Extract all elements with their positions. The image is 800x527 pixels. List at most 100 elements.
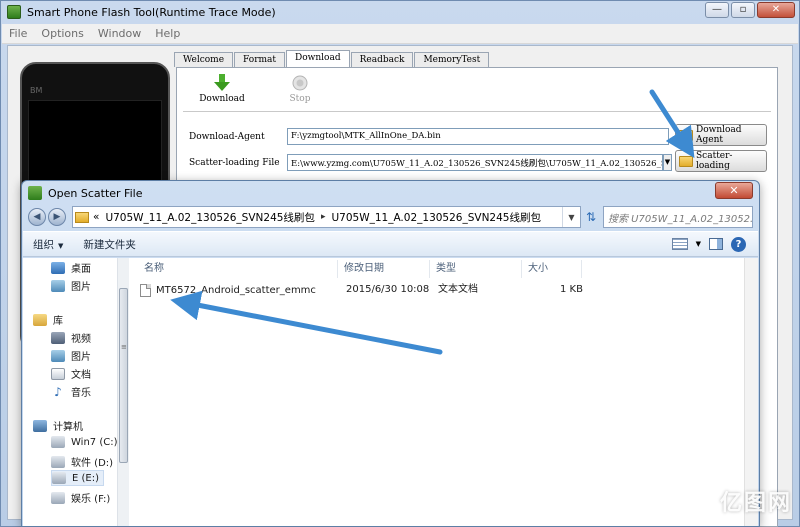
close-button[interactable]: ✕ xyxy=(757,2,795,18)
view-controls: ▼ ? xyxy=(671,236,746,252)
nav-label: 软件 (D:) xyxy=(71,458,114,469)
address-bar[interactable]: « U705W_11_A.02_130526_SVN245线刷包 ▸ U705W… xyxy=(72,206,581,228)
scatter-label: Scatter-loading File xyxy=(189,157,280,168)
scatter-path[interactable]: E:\www.yzmg.com\U705W_11_A.02_130526_SVN… xyxy=(287,154,663,171)
back-icon[interactable]: ◀ xyxy=(28,208,46,226)
music-icon: ♪ xyxy=(54,384,62,399)
nav-item-library[interactable]: 库 xyxy=(33,312,63,327)
organize-label: 组织 xyxy=(33,238,54,251)
phone-label: BM xyxy=(30,86,43,95)
tab-readback[interactable]: Readback xyxy=(350,52,414,67)
minimize-button[interactable]: — xyxy=(705,2,729,18)
nav-item-drive-c[interactable]: Win7 (C:) xyxy=(51,436,117,448)
scatter-loading-button-label: Scatter-loading xyxy=(696,151,733,171)
download-agent-path[interactable]: F:\yzmgtool\MTK_AllInOne_DA.bin xyxy=(287,128,669,145)
download-agent-label: Download-Agent xyxy=(189,131,265,142)
file-size: 1 KB xyxy=(560,284,583,295)
column-modified[interactable]: 修改日期 xyxy=(338,260,430,278)
dialog-close-button[interactable]: ✕ xyxy=(715,182,753,199)
nav-item-desktop[interactable]: 桌面 xyxy=(51,260,91,275)
nav-item-drive-e[interactable]: E (E:) xyxy=(51,470,104,486)
nav-item-videos[interactable]: 视频 xyxy=(51,330,91,345)
library-icon xyxy=(33,313,47,326)
nav-label: 视频 xyxy=(71,334,91,345)
column-size[interactable]: 大小 xyxy=(522,260,582,278)
watermark: 亿图网 xyxy=(673,481,792,521)
tab-memorytest[interactable]: MemoryTest xyxy=(414,52,490,67)
stop-button[interactable]: Stop xyxy=(261,72,339,111)
text-file-icon xyxy=(140,283,151,297)
tab-download[interactable]: Download xyxy=(286,50,350,67)
file-list: 名称 修改日期 类型 大小 MT6572_Android_scatter_emm… xyxy=(130,258,758,526)
breadcrumb-current[interactable]: U705W_11_A.02_130526_SVN245线刷包 xyxy=(331,210,541,225)
drive-icon xyxy=(51,455,65,468)
tab-format[interactable]: Format xyxy=(234,52,286,67)
nav-label: 娱乐 (F:) xyxy=(71,494,111,505)
chevron-down-icon: ▼ xyxy=(58,241,64,250)
new-folder-button[interactable]: 新建文件夹 xyxy=(73,237,146,252)
nav-item-documents[interactable]: 文档 xyxy=(51,366,91,381)
view-mode-icon[interactable] xyxy=(671,238,688,250)
watermark-text: 亿图网 xyxy=(719,491,792,516)
download-agent-button-label: Download Agent xyxy=(696,125,742,145)
download-arrow-icon xyxy=(183,72,261,94)
nav-label: 计算机 xyxy=(53,422,83,433)
folder-icon xyxy=(75,211,89,223)
nav-item-drive-f[interactable]: 娱乐 (F:) xyxy=(51,490,110,505)
file-name: MT6572_Android_scatter_emmc xyxy=(156,284,316,296)
download-toolbar: Download Stop xyxy=(183,72,771,112)
nav-item-music[interactable]: ♪ 音乐 xyxy=(51,384,91,400)
address-dropdown-icon[interactable]: ▼ xyxy=(562,207,580,227)
breadcrumb-overflow[interactable]: « xyxy=(93,211,99,223)
column-name[interactable]: 名称 xyxy=(138,260,338,278)
stop-icon xyxy=(261,72,339,94)
nav-label: Win7 (C:) xyxy=(71,436,118,448)
tab-welcome[interactable]: Welcome xyxy=(174,52,234,67)
download-agent-button[interactable]: Download Agent xyxy=(675,124,767,146)
dialog-title: Open Scatter File xyxy=(48,186,143,200)
dialog-body: 桌面 图片 库 视频 图片 文档 ♪ 音乐 计算机 Win7 (C:) 软件 (… xyxy=(23,258,758,526)
pictures-icon xyxy=(51,349,65,362)
nav-item-drive-d[interactable]: 软件 (D:) xyxy=(51,454,113,469)
nav-label: 桌面 xyxy=(71,264,91,275)
nav-item-pictures[interactable]: 图片 xyxy=(51,348,91,363)
column-type[interactable]: 类型 xyxy=(430,260,522,278)
nav-scroll-thumb[interactable] xyxy=(119,288,128,463)
stop-label: Stop xyxy=(289,94,311,104)
menu-window[interactable]: Window xyxy=(91,27,148,40)
search-input[interactable]: 搜索 U705W_11_A.02_13052... ⌕ xyxy=(603,206,753,228)
search-placeholder: 搜索 U705W_11_A.02_13052... xyxy=(608,213,753,225)
drive-icon xyxy=(52,472,66,484)
nav-label: 图片 xyxy=(71,352,91,363)
title-bar: Smart Phone Flash Tool(Runtime Trace Mod… xyxy=(1,1,799,23)
nav-scrollbar[interactable]: ≡ xyxy=(117,258,129,526)
view-dropdown-icon[interactable]: ▼ xyxy=(696,240,701,248)
folder-icon xyxy=(679,155,693,167)
forward-icon[interactable]: ▶ xyxy=(48,208,66,226)
help-icon[interactable]: ? xyxy=(731,236,746,252)
download-agent-row: Download-Agent F:\yzmgtool\MTK_AllInOne_… xyxy=(189,128,669,145)
drive-icon xyxy=(51,491,65,504)
scatter-loading-button[interactable]: Scatter-loading xyxy=(675,150,767,172)
nav-label: 文档 xyxy=(71,370,91,381)
menu-options[interactable]: Options xyxy=(34,27,90,40)
organize-button[interactable]: 组织 ▼ xyxy=(23,237,73,252)
window-title: Smart Phone Flash Tool(Runtime Trace Mod… xyxy=(27,5,276,19)
preview-pane-icon[interactable] xyxy=(709,238,723,250)
nav-label: 库 xyxy=(53,316,63,327)
folder-icon xyxy=(679,129,693,141)
nav-item-computer[interactable]: 计算机 xyxy=(33,418,83,433)
app-icon xyxy=(7,5,21,19)
breadcrumb-parent[interactable]: U705W_11_A.02_130526_SVN245线刷包 xyxy=(105,210,315,225)
file-row[interactable]: MT6572_Android_scatter_emmc 2015/6/30 10… xyxy=(140,281,600,299)
open-scatter-dialog: Open Scatter File ✕ ◀ ▶ « U705W_11_A.02_… xyxy=(21,180,760,527)
nav-item-pictures-fav[interactable]: 图片 xyxy=(51,278,91,293)
menu-help[interactable]: Help xyxy=(148,27,187,40)
refresh-icon[interactable]: ⇅ xyxy=(581,206,601,228)
download-button[interactable]: Download xyxy=(183,72,261,111)
drive-icon xyxy=(51,436,65,448)
address-row: ◀ ▶ « U705W_11_A.02_130526_SVN245线刷包 ▸ U… xyxy=(28,205,753,229)
menu-file[interactable]: File xyxy=(2,27,34,40)
maximize-button[interactable]: ▫ xyxy=(731,2,755,18)
scatter-dropdown-icon[interactable]: ▼ xyxy=(663,154,672,171)
